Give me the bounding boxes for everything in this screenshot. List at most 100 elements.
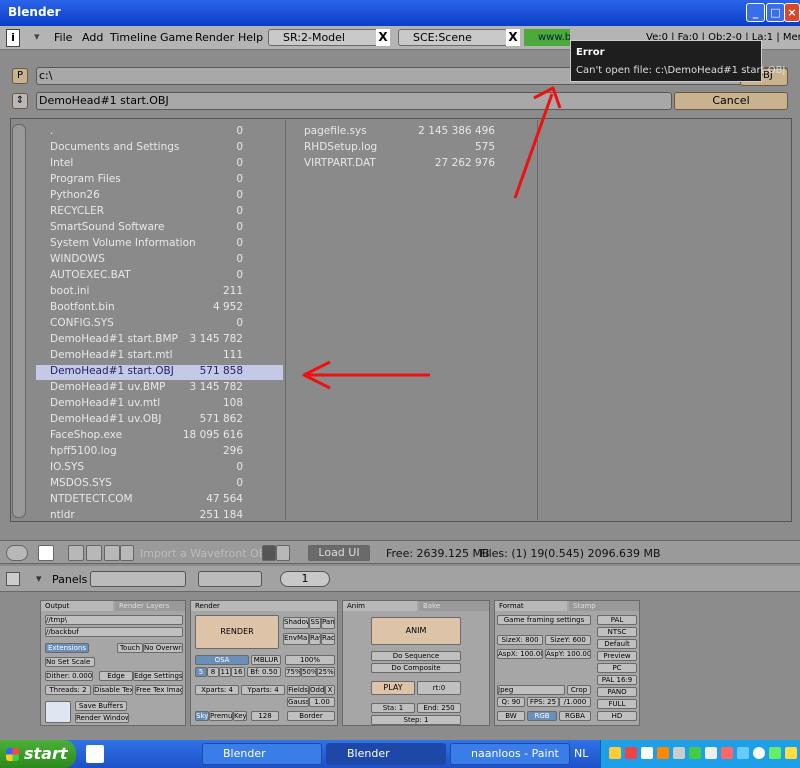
- ray-toggle[interactable]: Ray: [309, 633, 321, 645]
- taskbar-item-blender-2[interactable]: Blender: [326, 743, 446, 765]
- taskbar-item-blender-1[interactable]: Blender: [202, 743, 322, 765]
- sort-ext-icon[interactable]: [120, 545, 134, 561]
- format-preset-button[interactable]: Preview: [597, 651, 637, 661]
- file-icon[interactable]: [38, 545, 54, 561]
- border-toggle[interactable]: Border: [287, 711, 335, 721]
- format-preset-button[interactable]: HD: [597, 711, 637, 721]
- radio-toggle[interactable]: Radio: [321, 633, 335, 645]
- disable-tex-button[interactable]: Disable Tex: [93, 685, 133, 695]
- taskbar-item-paint[interactable]: naanloos - Paint: [450, 743, 570, 765]
- no-overwrite-button[interactable]: No Overwrite: [143, 643, 183, 653]
- fps-base-field[interactable]: /1.000: [559, 697, 591, 707]
- format-preset-button[interactable]: PAL: [597, 615, 637, 625]
- shadow-toggle[interactable]: Shadow: [283, 617, 309, 629]
- x-toggle[interactable]: X: [325, 685, 335, 695]
- tray-icon[interactable]: [737, 747, 749, 759]
- quicklaunch-icon[interactable]: [86, 745, 104, 763]
- format-preset-button[interactable]: PC: [597, 663, 637, 673]
- tray-icon[interactable]: [705, 747, 717, 759]
- key-toggle[interactable]: Key: [233, 711, 247, 721]
- blur-factor[interactable]: Bf: 0.50: [247, 667, 281, 677]
- format-preset-button[interactable]: PAL 16:9: [597, 675, 637, 685]
- percent-75[interactable]: 75%: [285, 667, 301, 677]
- odd-toggle[interactable]: Odd: [309, 685, 325, 695]
- chevron-down-icon[interactable]: ▾: [36, 572, 42, 585]
- osa-5[interactable]: 5: [195, 667, 207, 677]
- game-framing-button[interactable]: Game framing settings: [497, 615, 591, 625]
- envmap-toggle[interactable]: EnvMap: [283, 633, 309, 645]
- gauss-select[interactable]: Gauss: [287, 697, 309, 707]
- output-tab[interactable]: Output: [41, 601, 113, 611]
- percent-25[interactable]: 25%: [317, 667, 335, 677]
- codec-select[interactable]: Jpeg: [497, 685, 565, 695]
- tray-icon[interactable]: [689, 747, 701, 759]
- aspx-field[interactable]: AspX: 100.00: [497, 649, 543, 659]
- step-field[interactable]: Step: 1: [371, 715, 461, 725]
- osa-16[interactable]: 16: [231, 667, 245, 677]
- rgba-toggle[interactable]: RGBA: [559, 711, 591, 721]
- format-preset-button[interactable]: PANO: [597, 687, 637, 697]
- sort-time-icon[interactable]: [86, 545, 102, 561]
- format-preset-button[interactable]: NTSC: [597, 627, 637, 637]
- osa-11[interactable]: 11: [219, 667, 231, 677]
- save-buffers-button[interactable]: Save Buffers: [75, 701, 127, 711]
- ss-toggle[interactable]: SS: [309, 617, 321, 629]
- anim-tab[interactable]: Anim: [343, 601, 417, 611]
- edge-settings-button[interactable]: Edge Settings: [133, 671, 183, 681]
- start-frame-field[interactable]: Sta: 1: [371, 703, 415, 713]
- tray-icon[interactable]: [625, 747, 637, 759]
- percent-50[interactable]: 50%: [301, 667, 317, 677]
- browser-type-icon[interactable]: [6, 545, 28, 561]
- dither-field[interactable]: Dither: 0.000: [45, 671, 93, 681]
- bake-tab[interactable]: Bake: [419, 601, 489, 611]
- render-window-select[interactable]: Render Window: [75, 713, 129, 723]
- stamp-tab[interactable]: Stamp: [569, 601, 639, 611]
- premul-toggle[interactable]: Premul: [209, 711, 233, 721]
- xparts-field[interactable]: Xparts: 4: [195, 685, 239, 695]
- mblur-toggle[interactable]: MBLUR: [251, 655, 281, 665]
- panel-context-icons[interactable]: [90, 571, 186, 587]
- frame-counter[interactable]: 1: [280, 571, 330, 587]
- tray-icon[interactable]: [753, 747, 765, 759]
- aspy-field[interactable]: AspY: 100.00: [545, 649, 591, 659]
- tray-icon[interactable]: [657, 747, 669, 759]
- gauss-value[interactable]: 1.00: [309, 697, 335, 707]
- rt-field[interactable]: rt:0: [417, 681, 461, 695]
- backbuf-path[interactable]: //backbuf: [45, 627, 183, 637]
- bw-toggle[interactable]: BW: [497, 711, 525, 721]
- end-frame-field[interactable]: End: 250: [417, 703, 461, 713]
- anim-button[interactable]: ANIM: [371, 617, 461, 645]
- osa-8[interactable]: 8: [207, 667, 219, 677]
- format-preset-button[interactable]: FULL: [597, 699, 637, 709]
- touch-button[interactable]: Touch: [117, 643, 143, 653]
- sort-alpha-icon[interactable]: [68, 545, 84, 561]
- do-composite-toggle[interactable]: Do Composite: [371, 663, 461, 673]
- format-tab[interactable]: Format: [495, 601, 567, 611]
- crop-toggle[interactable]: Crop: [567, 685, 591, 695]
- sort-size-icon[interactable]: [104, 545, 120, 561]
- play-button[interactable]: PLAY: [371, 681, 415, 695]
- bits-select[interactable]: 128: [251, 711, 279, 721]
- fields-toggle[interactable]: Fields: [287, 685, 309, 695]
- pan-toggle[interactable]: Pan: [321, 617, 335, 629]
- percent-100[interactable]: 100%: [285, 655, 335, 665]
- yparts-field[interactable]: Yparts: 4: [241, 685, 285, 695]
- fps-field[interactable]: FPS: 25: [527, 697, 559, 707]
- tray-icon[interactable]: [673, 747, 685, 759]
- load-ui-button[interactable]: Load UI: [308, 545, 370, 561]
- render-tab[interactable]: Render: [191, 601, 337, 611]
- quality-field[interactable]: Q: 90: [497, 697, 525, 707]
- free-tex-images-button[interactable]: Free Tex Images: [135, 685, 183, 695]
- threads-field[interactable]: Threads: 2: [45, 685, 91, 695]
- extensions-button[interactable]: Extensions: [45, 643, 89, 653]
- tray-icon[interactable]: [769, 747, 781, 759]
- thumbnail-icon[interactable]: [276, 545, 290, 561]
- render-layers-tab[interactable]: Render Layers: [115, 601, 185, 611]
- rgb-toggle[interactable]: RGB: [527, 711, 557, 721]
- do-sequence-toggle[interactable]: Do Sequence: [371, 651, 461, 661]
- sky-toggle[interactable]: Sky: [195, 711, 209, 721]
- tray-icon[interactable]: [609, 747, 621, 759]
- language-indicator[interactable]: NL: [574, 747, 588, 760]
- format-preset-button[interactable]: Default: [597, 639, 637, 649]
- edge-button[interactable]: Edge: [99, 671, 133, 681]
